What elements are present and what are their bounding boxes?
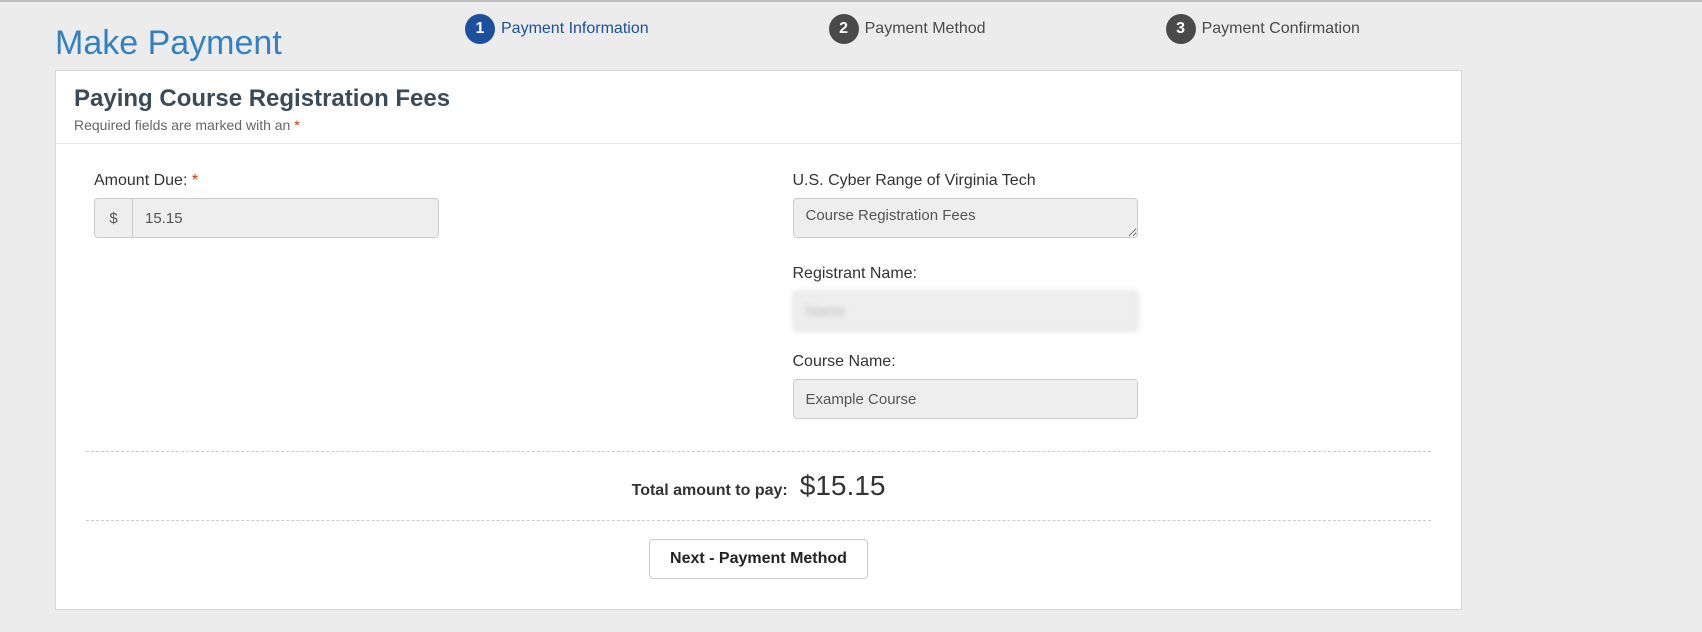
required-fields-note: Required fields are marked with an * [74, 117, 1443, 133]
right-column: U.S. Cyber Range of Virginia Tech Regist… [793, 172, 1432, 441]
step-payment-confirmation[interactable]: 3 Payment Confirmation [1166, 14, 1360, 44]
panel-title: Paying Course Registration Fees [74, 85, 1443, 113]
field-registrant-name: Registrant Name: [793, 265, 1432, 331]
step-number-icon: 2 [829, 14, 859, 44]
page-root: Make Payment 1 Payment Information 2 Pay… [0, 0, 1702, 632]
total-amount-value: $15.15 [800, 470, 886, 502]
course-name-input[interactable] [793, 379, 1138, 419]
panel-header: Paying Course Registration Fees Required… [56, 85, 1461, 144]
header: Make Payment 1 Payment Information 2 Pay… [0, 2, 1702, 62]
total-amount-label: Total amount to pay: [632, 482, 788, 500]
course-name-label: Course Name: [793, 353, 1432, 371]
next-payment-method-button[interactable]: Next - Payment Method [649, 539, 868, 579]
registrant-name-label: Registrant Name: [793, 265, 1432, 283]
org-label: U.S. Cyber Range of Virginia Tech [793, 172, 1432, 190]
org-value-textarea[interactable] [793, 198, 1138, 238]
wizard-steps: 1 Payment Information 2 Payment Method 3… [465, 14, 1702, 44]
payment-panel: Paying Course Registration Fees Required… [55, 70, 1462, 610]
total-row: Total amount to pay: $15.15 [86, 451, 1431, 521]
step-number-icon: 3 [1166, 14, 1196, 44]
field-amount-due: Amount Due: * $ [94, 172, 733, 238]
amount-due-label: Amount Due: * [94, 172, 733, 190]
step-label: Payment Confirmation [1202, 20, 1360, 38]
page-title: Make Payment [55, 24, 425, 63]
left-column: Amount Due: * $ [94, 172, 733, 441]
step-number-icon: 1 [465, 14, 495, 44]
field-org: U.S. Cyber Range of Virginia Tech [793, 172, 1432, 243]
registrant-name-input[interactable] [793, 291, 1138, 331]
required-note-text: Required fields are marked with an [74, 117, 294, 133]
required-star-icon: * [294, 117, 299, 133]
button-row: Next - Payment Method [56, 521, 1461, 579]
amount-due-input-group: $ [94, 198, 439, 238]
form-body: Amount Due: * $ U.S. Cyber Range of Virg… [56, 144, 1461, 451]
required-star-icon: * [192, 172, 198, 189]
amount-due-input[interactable] [132, 198, 439, 238]
field-course-name: Course Name: [793, 353, 1432, 419]
label-text: Amount Due: [94, 172, 192, 189]
step-payment-information[interactable]: 1 Payment Information [465, 14, 649, 44]
step-label: Payment Information [501, 20, 649, 38]
step-payment-method[interactable]: 2 Payment Method [829, 14, 986, 44]
step-label: Payment Method [865, 20, 986, 38]
currency-symbol-icon: $ [94, 198, 132, 238]
